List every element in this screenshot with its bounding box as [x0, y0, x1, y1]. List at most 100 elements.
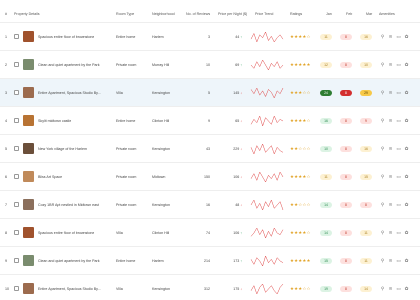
rating-stars: ★★★★★ [290, 257, 311, 263]
listings-table: # Property Details Room Type Neighborhoo… [0, 0, 420, 300]
property-cell[interactable]: Cozy 1BR Apt nestled in Midtown east [14, 199, 114, 210]
pet-icon: ✿ [404, 146, 409, 151]
header-amenities[interactable]: Amenities [379, 12, 395, 16]
review-count: 150 [204, 174, 210, 179]
amenities-cell: ⚲ ≋ ▭ ✿ [380, 146, 420, 151]
feb-badge-wrap: 8 [340, 257, 356, 264]
amenities-cell: ⚲ ≋ ▭ ✿ [380, 258, 420, 263]
neighborhood: Clinton Hill [152, 118, 170, 123]
table-row[interactable]: 7 Cozy 1BR Apt nestled in Midtown east Pri… [0, 190, 420, 218]
neighborhood: Clinton Hill [152, 230, 170, 235]
header-ratings[interactable]: Ratings [290, 12, 302, 16]
row-checkbox[interactable] [14, 118, 19, 123]
row-checkbox[interactable] [14, 34, 19, 39]
header-index: # [5, 12, 7, 16]
review-count: 312 [204, 286, 210, 291]
price-cell: 173↑ [212, 259, 242, 263]
property-name[interactable]: Entire Apartment, Spacious Studio By... [38, 91, 101, 95]
feb-badge-wrap: 8 [340, 89, 356, 96]
amenities-cell: ⚲ ≋ ▭ ✿ [380, 202, 420, 207]
property-name[interactable]: Bliss Art Space [38, 175, 62, 179]
property-name[interactable]: Spacious entire floor of brownstone [38, 35, 94, 39]
price-trend-sparkline [250, 226, 284, 239]
header-room-type[interactable]: Room Type [116, 12, 134, 16]
property-cell[interactable]: Bliss Art Space [14, 171, 114, 182]
property-cell[interactable]: Entire Apartment, Spacious Studio By... [14, 283, 114, 294]
jan-badge-wrap: 12 [320, 61, 336, 68]
review-count: 5 [208, 90, 210, 95]
rating-stars: ★★★★☆ [290, 229, 311, 235]
property-thumbnail [23, 199, 34, 210]
room-type: Villa [116, 286, 123, 291]
table-row[interactable]: 3 Entire Apartment, Spacious Studio By...… [0, 78, 420, 106]
property-cell[interactable]: Skylit midtown castle [14, 115, 114, 126]
sparkline-path [250, 30, 284, 43]
table-row[interactable]: 4 Skylit midtown castle Entire home Clinton… [0, 106, 420, 134]
row-checkbox[interactable] [14, 90, 19, 95]
header-mar[interactable]: Mar [366, 12, 372, 16]
property-name[interactable]: Clean and quiet apartment by the Park [38, 259, 100, 263]
table-row[interactable]: 6 Bliss Art Space Private room Midtown 150 10… [0, 162, 420, 190]
table-row[interactable]: 5 New York village of the Harlem Private r… [0, 134, 420, 162]
property-cell[interactable]: Entire Apartment, Spacious Studio By... [14, 87, 114, 98]
property-cell[interactable]: Clean and quiet apartment by the Park [14, 59, 114, 70]
mar-badge: 29 [360, 89, 372, 96]
row-checkbox[interactable] [14, 62, 19, 67]
pet-icon: ✿ [404, 174, 409, 179]
price-cell: 48↓ [212, 203, 242, 207]
row-index: 4 [5, 118, 7, 123]
property-thumbnail [23, 283, 34, 294]
property-thumbnail [23, 115, 34, 126]
row-index: 2 [5, 62, 7, 67]
row-index: 1 [5, 34, 7, 39]
price-value: 65 [235, 118, 240, 123]
property-name[interactable]: Entire Apartment, Spacious Studio By... [38, 287, 101, 291]
mar-badge-wrap: 9 [360, 117, 376, 124]
table-row[interactable]: 9 Clean and quiet apartment by the Park En… [0, 246, 420, 274]
feb-badge: 8 [340, 173, 352, 180]
pet-icon: ✿ [404, 258, 409, 263]
table-row[interactable]: 2 Clean and quiet apartment by the Park Pr… [0, 50, 420, 78]
header-price[interactable]: Price per Night ($) [218, 12, 247, 16]
amenities-cell: ⚲ ≋ ▭ ✿ [380, 174, 420, 179]
table-row[interactable]: 10 Entire Apartment, Spacious Studio By..… [0, 274, 420, 300]
mar-badge-wrap: 11 [360, 257, 376, 264]
header-property[interactable]: Property Details [14, 12, 40, 16]
property-name[interactable]: Clean and quiet apartment by the Park [38, 63, 100, 67]
mar-badge-wrap: 16 [360, 33, 376, 40]
header-neighborhood[interactable]: Neighborhood [152, 12, 175, 16]
property-cell[interactable]: Spacious entire floor of brownstone [14, 227, 114, 238]
tv-icon: ▭ [396, 230, 401, 235]
property-thumbnail [23, 59, 34, 70]
row-index: 5 [5, 146, 7, 151]
price-value: 106 [233, 174, 240, 179]
header-feb[interactable]: Feb [346, 12, 352, 16]
property-name[interactable]: Skylit midtown castle [38, 119, 71, 123]
property-name[interactable]: Cozy 1BR Apt nestled in Midtown east [38, 203, 99, 207]
row-checkbox[interactable] [14, 230, 19, 235]
row-checkbox[interactable] [14, 146, 19, 151]
mar-badge-wrap: 8 [360, 201, 376, 208]
row-checkbox[interactable] [14, 174, 19, 179]
jan-badge: 12 [320, 61, 332, 68]
amenities-cell: ⚲ ≋ ▭ ✿ [380, 230, 420, 235]
row-checkbox[interactable] [14, 202, 19, 207]
property-cell[interactable]: New York village of the Harlem [14, 143, 114, 154]
person-icon: ⚲ [380, 34, 385, 39]
tv-icon: ▭ [396, 90, 401, 95]
sparkline-path [250, 170, 284, 183]
property-cell[interactable]: Spacious entire floor of brownstone [14, 31, 114, 42]
header-reviews[interactable]: No. of Reviews [186, 12, 210, 16]
row-checkbox[interactable] [14, 286, 19, 291]
property-cell[interactable]: Clean and quiet apartment by the Park [14, 255, 114, 266]
row-checkbox[interactable] [14, 258, 19, 263]
feb-badge: 8 [340, 201, 352, 208]
row-index: 6 [5, 174, 7, 179]
header-jan[interactable]: Jan [326, 12, 332, 16]
header-price-trend[interactable]: Price Trend [255, 12, 273, 16]
property-name[interactable]: New York village of the Harlem [38, 147, 87, 151]
mar-badge-wrap: 11 [360, 229, 376, 236]
table-row[interactable]: 1 Spacious entire floor of brownstone Enti… [0, 22, 420, 50]
table-row[interactable]: 8 Spacious entire floor of brownstone Vill… [0, 218, 420, 246]
property-name[interactable]: Spacious entire floor of brownstone [38, 231, 94, 235]
